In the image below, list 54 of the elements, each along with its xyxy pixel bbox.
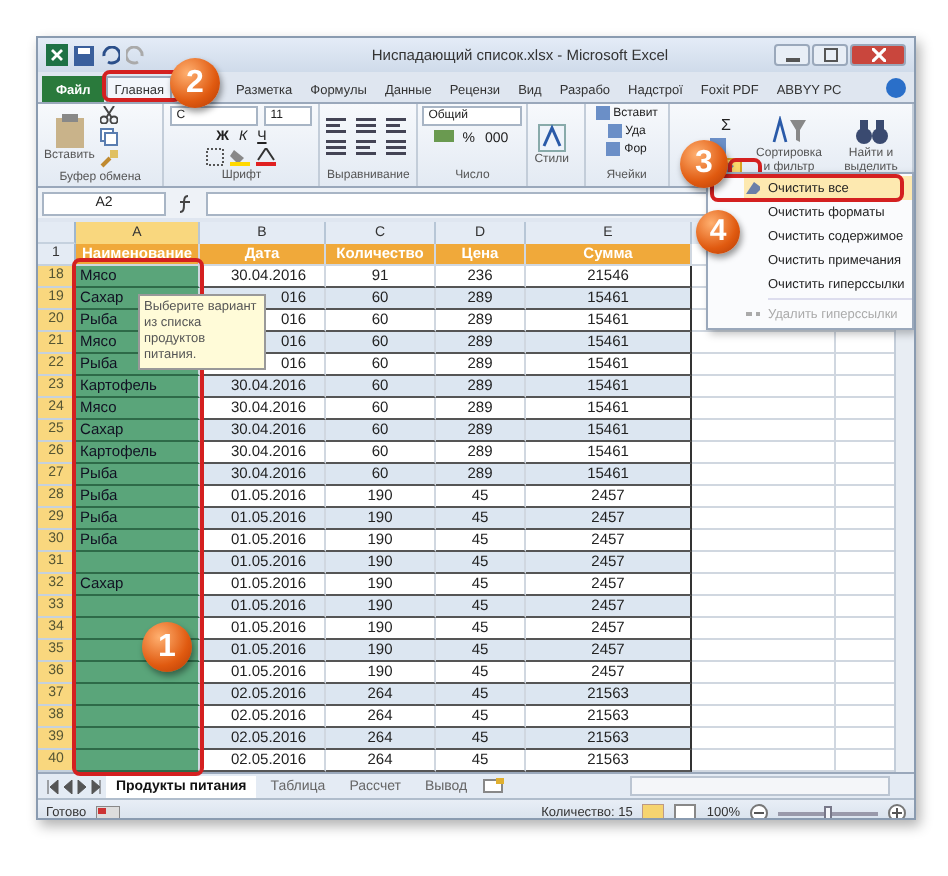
- empty-cell: [692, 442, 836, 464]
- autosum-button[interactable]: Σ: [710, 115, 742, 133]
- empty-cell: [692, 618, 836, 640]
- zoom-out-icon[interactable]: [750, 804, 768, 818]
- undo-icon[interactable]: [100, 45, 120, 65]
- close-button[interactable]: [850, 44, 906, 66]
- align-icon[interactable]: [326, 117, 347, 133]
- borders-icon[interactable]: [206, 148, 225, 166]
- empty-cell: [692, 706, 836, 728]
- table-cell: [76, 750, 200, 772]
- styles-icon: [537, 124, 566, 152]
- align-icon[interactable]: [386, 117, 407, 133]
- binoculars-icon: [853, 116, 889, 147]
- empty-cell: [692, 662, 836, 684]
- currency-icon[interactable]: [434, 130, 455, 146]
- align-icon[interactable]: [356, 139, 377, 155]
- page-layout-icon[interactable]: [674, 804, 697, 818]
- empty-cell: [692, 530, 836, 552]
- maximize-button[interactable]: [812, 44, 848, 66]
- minimize-button[interactable]: [774, 44, 810, 66]
- eraser-icon: [744, 180, 760, 196]
- close-icon: [871, 48, 885, 62]
- table-cell: [76, 662, 200, 684]
- unlink-icon: [744, 306, 760, 322]
- empty-cell: [692, 486, 836, 508]
- excel-logo-icon: [46, 44, 68, 66]
- save-icon[interactable]: [74, 45, 94, 65]
- copy-icon[interactable]: [100, 128, 119, 146]
- align-icon[interactable]: [356, 117, 377, 133]
- table-cell: [76, 552, 200, 574]
- empty-cell: [692, 574, 836, 596]
- empty-cell: [692, 398, 836, 420]
- zoom-slider-thumb[interactable]: [824, 805, 832, 818]
- font-color-icon[interactable]: [256, 148, 277, 166]
- align-icon[interactable]: [386, 139, 407, 155]
- zoom-in-icon[interactable]: [888, 804, 906, 818]
- align-icon[interactable]: [326, 139, 347, 155]
- macro-record-icon[interactable]: [96, 805, 121, 818]
- function-icon[interactable]: [176, 193, 196, 213]
- brush-icon[interactable]: [100, 150, 119, 168]
- clipboard-icon: [53, 113, 86, 147]
- help-icon[interactable]: [886, 78, 906, 98]
- sheet-nav-icon[interactable]: [46, 779, 102, 793]
- table-cell: [76, 684, 200, 706]
- fill-color-icon[interactable]: [230, 148, 251, 166]
- horizontal-scrollbar[interactable]: [629, 776, 890, 796]
- sort-filter-icon: [771, 116, 807, 147]
- table-cell: [76, 706, 200, 728]
- maximize-icon: [823, 48, 837, 62]
- empty-cell: [692, 354, 836, 376]
- table-cell: [76, 728, 200, 750]
- new-sheet-icon[interactable]: [481, 778, 506, 794]
- table-cell: [76, 596, 200, 618]
- scissors-icon[interactable]: [100, 106, 119, 124]
